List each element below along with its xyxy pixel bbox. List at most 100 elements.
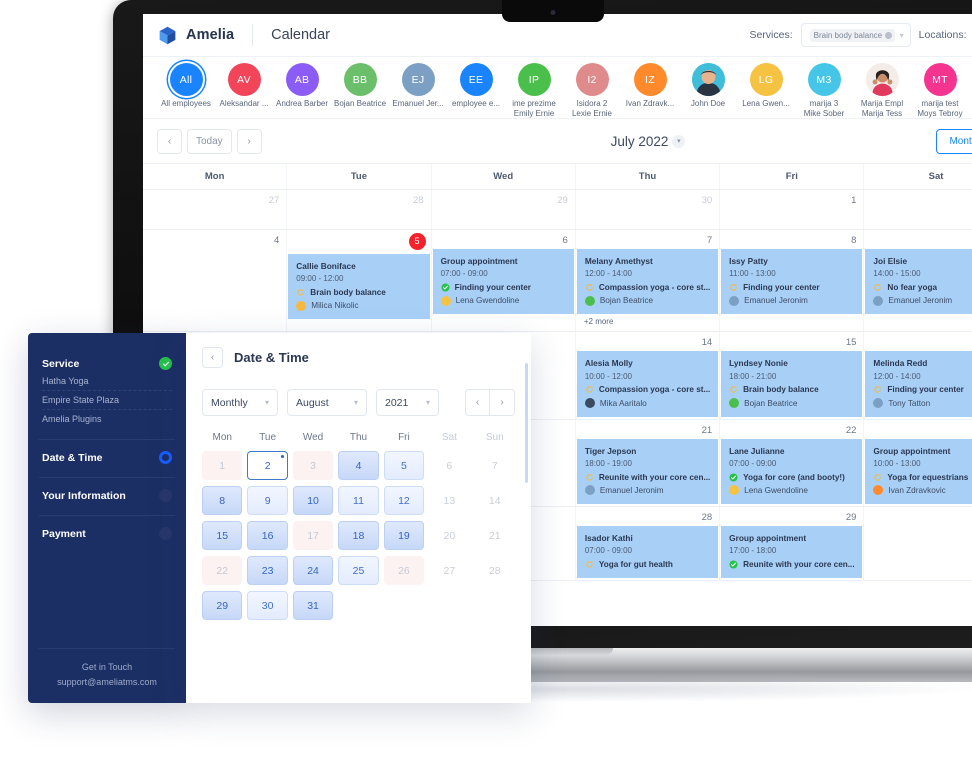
month-select[interactable]: August ▾ (287, 389, 367, 416)
picker-date-cell[interactable]: 11 (338, 486, 378, 515)
calendar-day-cell[interactable]: 29 Group appointment 17:00 - 18:00 Reuni… (720, 507, 864, 581)
picker-date-cell[interactable]: 31 (293, 591, 333, 620)
calendar-event[interactable]: Group appointment 10:00 - 13:00 Yoga for… (865, 439, 972, 504)
calendar-day-cell[interactable]: 8 Issy Patty 11:00 - 13:00 Finding your … (720, 230, 864, 332)
employee-filter-5[interactable]: EEemployee e... (447, 63, 505, 109)
today-button[interactable]: Today (187, 129, 232, 154)
frequency-select[interactable]: Monthly ▾ (202, 389, 278, 416)
picker-date-cell[interactable]: 1 (202, 451, 242, 480)
chevron-down-icon[interactable]: ▾ (672, 135, 685, 148)
step-header[interactable]: Your Information (42, 487, 172, 504)
booking-step-payment[interactable]: Payment (39, 519, 175, 550)
calendar-day-cell[interactable]: 28 Isador Kathi 07:00 - 09:00 Yoga for g… (576, 507, 720, 581)
calendar-event[interactable]: Joi Elsie 14:00 - 15:00 No fear yoga Ema… (865, 249, 972, 314)
calendar-event[interactable]: Lane Julianne 07:00 - 09:00 Yoga for cor… (721, 439, 862, 504)
employee-filter-1[interactable]: AVAleksandar ... (215, 63, 273, 109)
brand[interactable]: Amelia (157, 25, 234, 46)
picker-date-cell[interactable]: 8 (202, 486, 242, 515)
picker-date-cell[interactable]: 2 (247, 451, 287, 480)
employee-filter-13[interactable]: MTmarija testMoys Tebroy (911, 63, 969, 119)
picker-date-cell[interactable]: 19 (384, 521, 424, 550)
calendar-day-cell[interactable]: 29 (432, 190, 576, 230)
service-chip[interactable]: Brain body balance (810, 29, 895, 42)
calendar-day-cell[interactable]: 5 Callie Boniface 09:00 - 12:00 Brain bo… (287, 230, 431, 332)
calendar-day-cell[interactable]: 27 (143, 190, 287, 230)
employee-filter-11[interactable]: M3marija 3Mike Sober (795, 63, 853, 119)
employee-filter-8[interactable]: IZIvan Zdravk... (621, 63, 679, 109)
calendar-day-cell[interactable]: 1 (720, 190, 864, 230)
picker-date-cell[interactable]: 4 (338, 451, 378, 480)
picker-prev-button[interactable]: ‹ (465, 389, 490, 416)
support-email[interactable]: support@ameliatms.com (39, 675, 175, 689)
picker-date-cell[interactable]: 22 (202, 556, 242, 585)
calendar-event[interactable]: Melinda Redd 12:00 - 14:00 Finding your … (865, 351, 972, 416)
calendar-day-cell[interactable]: 9 Joi Elsie 14:00 - 15:00 No fear yoga E… (864, 230, 972, 332)
calendar-event[interactable]: Issy Patty 11:00 - 13:00 Finding your ce… (721, 249, 862, 314)
employee-filter-3[interactable]: BBBojan Beatrice (331, 63, 389, 109)
employee-filter-strip[interactable]: AllAll employeesAVAleksandar ...ABAndrea… (143, 57, 972, 119)
calendar-day-cell[interactable]: 28 (287, 190, 431, 230)
employee-filter-7[interactable]: I2Isidora 2Lexie Ernie (563, 63, 621, 119)
calendar-day-cell[interactable]: 14 Alesia Molly 10:00 - 12:00 Compassion… (576, 332, 720, 419)
calendar-day-cell[interactable]: 6 Group appointment 07:00 - 09:00 Findin… (432, 230, 576, 332)
calendar-event[interactable]: Alesia Molly 10:00 - 12:00 Compassion yo… (577, 351, 718, 416)
calendar-day-cell[interactable]: 7 Melany Amethyst 12:00 - 14:00 Compassi… (576, 230, 720, 332)
picker-date-cell[interactable]: 3 (293, 451, 333, 480)
calendar-event[interactable]: Isador Kathi 07:00 - 09:00 Yoga for gut … (577, 526, 718, 578)
picker-date-cell[interactable]: 16 (247, 521, 287, 550)
calendar-day-cell[interactable]: 30 (576, 190, 720, 230)
calendar-day-cell[interactable]: 30 (864, 507, 972, 581)
picker-dates-grid[interactable]: 1234567891011121314151617181920212223242… (202, 451, 515, 620)
picker-date-cell[interactable]: 17 (293, 521, 333, 550)
calendar-day-cell[interactable]: 22 Lane Julianne 07:00 - 09:00 Yoga for … (720, 420, 864, 507)
calendar-event[interactable]: Group appointment 07:00 - 09:00 Finding … (433, 249, 574, 314)
step-header[interactable]: Date & Time (42, 449, 172, 466)
picker-date-cell[interactable]: 25 (338, 556, 378, 585)
picker-date-cell[interactable]: 12 (384, 486, 424, 515)
employee-filter-4[interactable]: EJEmanuel Jer... (389, 63, 447, 109)
picker-date-cell[interactable]: 30 (247, 591, 287, 620)
step-header[interactable]: Payment (42, 525, 172, 542)
prev-month-button[interactable]: ‹ (157, 129, 182, 154)
calendar-day-cell[interactable]: 15 Lyndsey Nonie 18:00 - 21:00 Brain bod… (720, 332, 864, 419)
picker-date-cell[interactable]: 26 (384, 556, 424, 585)
employee-filter-0[interactable]: AllAll employees (157, 63, 215, 109)
picker-date-cell[interactable]: 5 (384, 451, 424, 480)
calendar-event[interactable]: Melany Amethyst 12:00 - 14:00 Compassion… (577, 249, 718, 314)
calendar-day-cell[interactable]: 21 Tiger Jepson 18:00 - 19:00 Reunite wi… (576, 420, 720, 507)
view-button-month[interactable]: Month (936, 129, 972, 154)
more-events-link[interactable]: +2 more (576, 314, 719, 329)
picker-date-cell[interactable]: 10 (293, 486, 333, 515)
calendar-day-cell[interactable]: 23 Group appointment 10:00 - 13:00 Yoga … (864, 420, 972, 507)
booking-step-your-information[interactable]: Your Information (39, 481, 175, 512)
calendar-event[interactable]: Callie Boniface 09:00 - 12:00 Brain body… (288, 254, 429, 319)
calendar-day-cell[interactable]: 2 (864, 190, 972, 230)
calendar-event[interactable]: Group appointment 17:00 - 18:00 Reunite … (721, 526, 862, 578)
calendar-view-switcher[interactable]: MonthWeekDayList (936, 129, 972, 154)
services-select[interactable]: Brain body balance ▾ (801, 23, 911, 47)
booking-step-service[interactable]: ServiceHatha YogaEmpire State PlazaAmeli… (39, 349, 175, 436)
employee-filter-6[interactable]: IPime prezimeEmily Ernie (505, 63, 563, 119)
picker-date-cell[interactable]: 29 (202, 591, 242, 620)
picker-date-cell[interactable]: 18 (338, 521, 378, 550)
employee-filter-9[interactable]: John Doe (679, 63, 737, 109)
employee-filter-2[interactable]: ABAndrea Barber (273, 63, 331, 109)
step-header[interactable]: Service (42, 355, 172, 372)
calendar-event[interactable]: Tiger Jepson 18:00 - 19:00 Reunite with … (577, 439, 718, 504)
calendar-event[interactable]: Lyndsey Nonie 18:00 - 21:00 Brain body b… (721, 351, 862, 416)
picker-date-cell[interactable]: 23 (247, 556, 287, 585)
picker-date-cell[interactable]: 9 (247, 486, 287, 515)
picker-date-cell[interactable]: 15 (202, 521, 242, 550)
employee-filter-12[interactable]: Marija EmplMarija Tess (853, 63, 911, 119)
chevron-left-icon[interactable]: ‹ (202, 347, 223, 368)
picker-next-button[interactable]: › (490, 389, 515, 416)
year-select[interactable]: 2021 ▾ (376, 389, 439, 416)
panel-scrollbar[interactable] (525, 363, 528, 483)
booking-step-date-time[interactable]: Date & Time (39, 443, 175, 474)
next-month-button[interactable]: › (237, 129, 262, 154)
picker-date-cell[interactable]: 24 (293, 556, 333, 585)
calendar-day-cell[interactable]: 16 Melinda Redd 12:00 - 14:00 Finding yo… (864, 332, 972, 419)
employee-filter-10[interactable]: LGLena Gwen... (737, 63, 795, 109)
chip-close-icon[interactable] (885, 32, 892, 39)
calendar-day-cell[interactable]: 4 (143, 230, 287, 332)
